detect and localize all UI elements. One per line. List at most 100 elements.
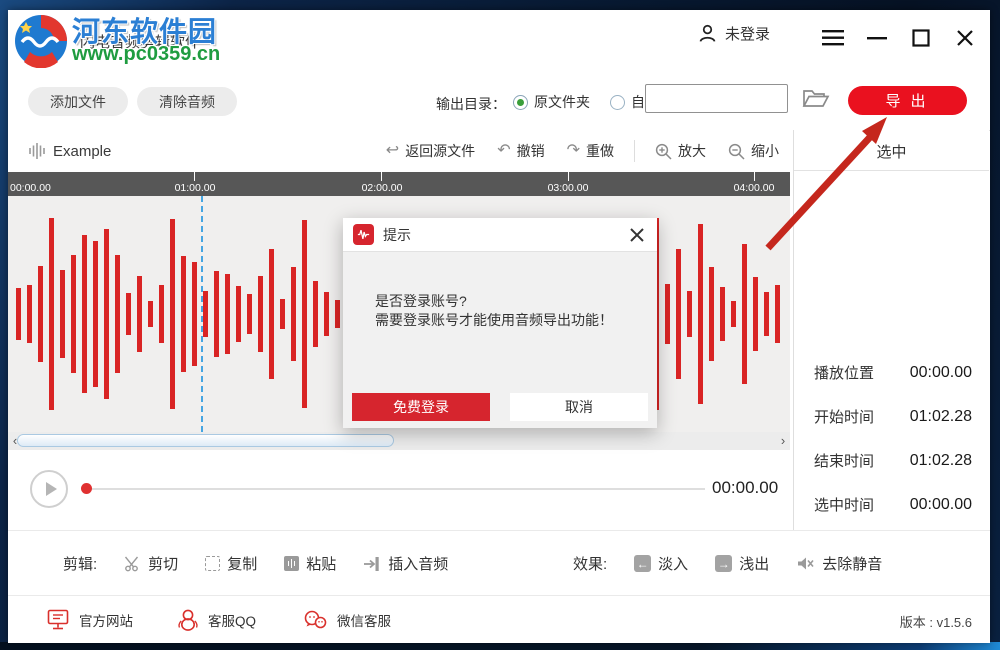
remove-silence-button[interactable]: 去除静音: [796, 553, 882, 574]
waveform-bar: [687, 291, 692, 337]
dialog-message-line1: 是否登录账号?: [375, 292, 613, 311]
waveform-bar: [665, 284, 670, 344]
scrollbar-thumb[interactable]: [17, 434, 394, 447]
end-time-row: 结束时间 01:02.28: [794, 450, 989, 471]
maximize-icon[interactable]: [910, 27, 932, 49]
ruler-tick: [194, 172, 195, 181]
back-arrow-icon: ↩: [386, 143, 399, 159]
ruler-label: 02:00.00: [355, 182, 409, 194]
cut-button[interactable]: 剪切: [124, 553, 178, 574]
dialog-close-icon[interactable]: [627, 225, 647, 245]
playhead-line[interactable]: [201, 196, 203, 432]
app-logo-icon: [28, 22, 62, 56]
ruler-label: 01:00.00: [168, 182, 222, 194]
insert-audio-button[interactable]: 插入音频: [363, 553, 448, 574]
selection-values: 播放位置 00:00.00 开始时间 01:02.28 结束时间 01:02.2…: [794, 362, 989, 538]
play-icon: [46, 482, 57, 496]
main-toolbar: 添加文件 清除音频 输出目录： 原文件夹 自定义 导出: [8, 68, 990, 131]
scroll-right-icon[interactable]: ›: [776, 432, 790, 450]
edit-toolbar: 剪辑: 剪切 复制 粘贴: [8, 530, 990, 596]
waveform-bar: [764, 292, 769, 336]
browse-folder-button[interactable]: [802, 86, 830, 112]
fade-in-button[interactable]: ← 淡入: [634, 553, 688, 574]
paste-button[interactable]: 粘贴: [284, 553, 336, 574]
horizontal-scrollbar[interactable]: ‹ ›: [8, 432, 790, 450]
close-icon[interactable]: [954, 27, 976, 49]
waveform-bar: [203, 291, 208, 337]
free-login-button[interactable]: 免费登录: [352, 393, 490, 421]
menu-icon[interactable]: [822, 27, 844, 49]
cancel-button[interactable]: 取消: [510, 393, 648, 421]
version-label: 版本 : v1.5.6: [900, 612, 972, 631]
seek-handle[interactable]: [81, 483, 92, 494]
row-label: 结束时间: [814, 450, 874, 471]
waveform-bar: [104, 229, 109, 399]
official-website-link[interactable]: 官方网站: [40, 596, 139, 643]
waveform-bar: [258, 276, 263, 352]
ruler-tick: [568, 172, 569, 181]
app-window: 闪电音频剪辑软件 河东软件园 www.pc0359.cn 未登录: [8, 10, 990, 642]
waveform-bar: [324, 292, 329, 336]
minimize-icon[interactable]: [866, 27, 888, 49]
waveform-bar: [38, 266, 43, 362]
insert-audio-label: 插入音频: [388, 553, 448, 574]
row-label: 开始时间: [814, 406, 874, 427]
waveform-bar: [742, 244, 747, 384]
login-status[interactable]: 未登录: [697, 23, 770, 44]
time-ruler[interactable]: 00:00.00 01:00.00 02:00.00 03:00.00 04:0…: [8, 172, 790, 196]
timeline-header: Example ↩ 返回源文件 ↶ 撤销 ↷ 重做: [8, 130, 793, 172]
fade-out-button[interactable]: → 浅出: [715, 553, 769, 574]
wechat-support-link[interactable]: 微信客服: [296, 596, 397, 643]
waveform-bar: [192, 262, 197, 366]
qq-penguin-icon: [177, 608, 199, 632]
redo-icon: ↷: [567, 143, 580, 159]
edit-group-label: 剪辑:: [63, 553, 97, 574]
back-to-source-button[interactable]: ↩ 返回源文件: [380, 139, 481, 163]
fade-out-label: 浅出: [739, 553, 769, 574]
zoom-out-button[interactable]: 缩小: [722, 139, 785, 163]
paste-icon: [284, 556, 299, 571]
redo-button[interactable]: ↷ 重做: [561, 139, 620, 163]
qq-support-link[interactable]: 客服QQ: [171, 596, 262, 643]
row-label: 选中时间: [814, 494, 874, 515]
waveform-bar: [225, 274, 230, 354]
fade-in-label: 淡入: [658, 553, 688, 574]
file-name: Example: [53, 143, 111, 160]
export-button[interactable]: 导出: [848, 86, 967, 115]
login-status-label: 未登录: [725, 23, 770, 44]
selection-panel: 选中 播放位置 00:00.00 开始时间 01:02.28 结束时间 01:0…: [793, 130, 989, 530]
waveform-bar: [126, 293, 131, 335]
output-path-input[interactable]: [645, 84, 788, 113]
ruler-tick: [754, 172, 755, 181]
redo-label: 重做: [586, 141, 614, 161]
row-value: 01:02.28: [910, 408, 972, 426]
qq-support-label: 客服QQ: [208, 610, 256, 630]
edit-group: 剪辑: 剪切 复制 粘贴: [63, 531, 448, 596]
waveform-bar: [16, 288, 21, 340]
copy-button[interactable]: 复制: [205, 553, 257, 574]
cut-icon: [124, 555, 141, 572]
selected-duration-row: 选中时间 00:00.00: [794, 494, 989, 515]
copy-label: 复制: [227, 553, 257, 574]
play-position-row: 播放位置 00:00.00: [794, 362, 989, 383]
seek-track[interactable]: [92, 488, 705, 490]
play-button[interactable]: [30, 470, 68, 508]
clear-audio-button[interactable]: 清除音频: [137, 87, 237, 116]
player-bar: 00:00.00: [8, 450, 790, 530]
waveform-bar: [115, 255, 120, 373]
paste-label: 粘贴: [306, 553, 336, 574]
fade-in-icon: ←: [634, 555, 651, 572]
radio-original-folder[interactable]: 原文件夹: [513, 92, 590, 112]
row-value: 00:00.00: [910, 364, 972, 382]
waveform-bar: [159, 285, 164, 343]
waveform-bar: [27, 285, 32, 343]
footer-bar: 官方网站 客服QQ 微信客服 版本 : v1.5.6: [8, 595, 990, 643]
undo-button[interactable]: ↶ 撤销: [491, 139, 550, 163]
waveform-bar: [291, 267, 296, 361]
dialog-buttons: 免费登录 取消: [352, 393, 648, 421]
mute-speaker-icon: [796, 555, 815, 572]
row-value: 01:02.28: [910, 452, 972, 470]
zoom-in-button[interactable]: 放大: [649, 139, 712, 163]
app-title: 闪电音频剪辑软件: [80, 31, 200, 52]
add-file-button[interactable]: 添加文件: [28, 87, 128, 116]
